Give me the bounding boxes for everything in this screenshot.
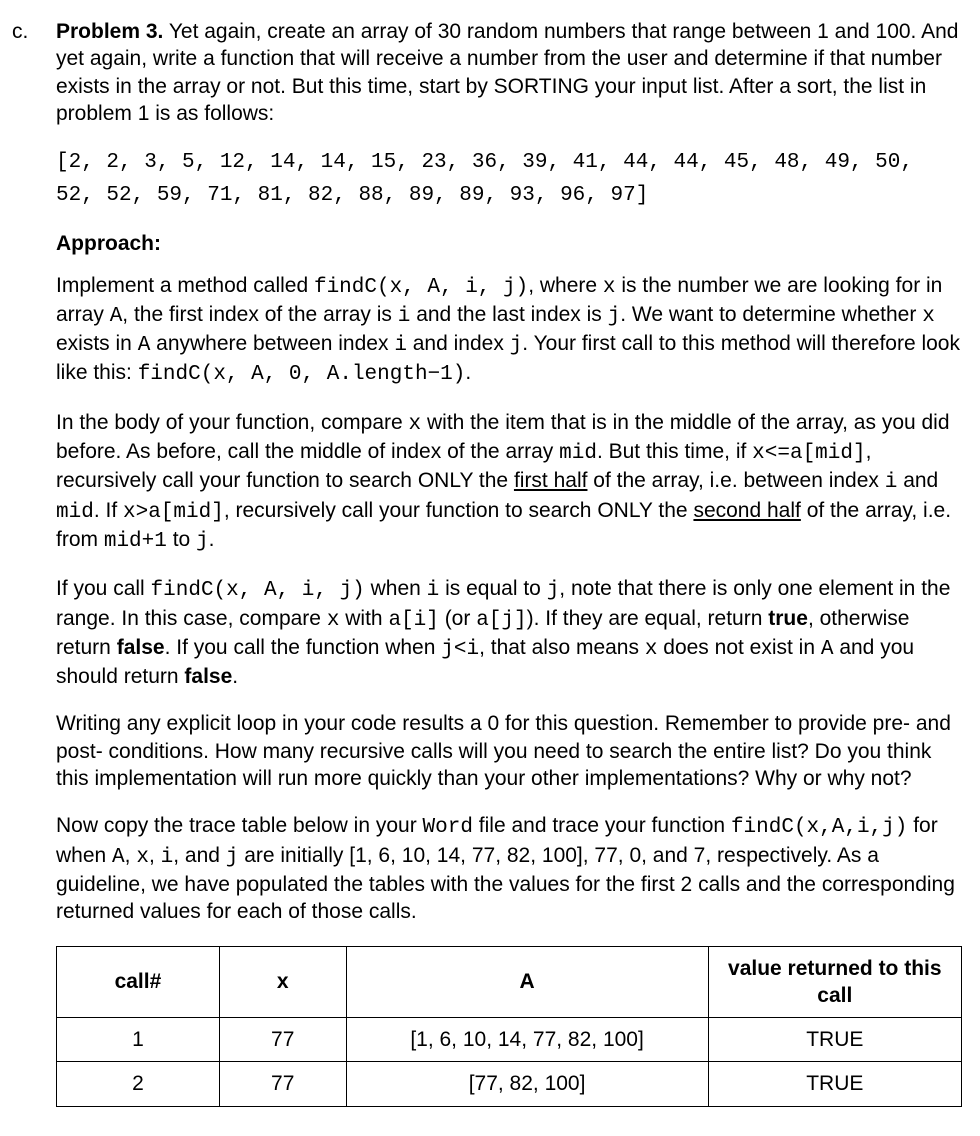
th-ret: value returned to this call bbox=[708, 946, 961, 1018]
table-row: 1 77 [1, 6, 10, 14, 77, 82, 100] TRUE bbox=[57, 1018, 962, 1062]
th-x: x bbox=[219, 946, 346, 1018]
table-row: 2 77 [77, 82, 100] TRUE bbox=[57, 1062, 962, 1106]
problem-block: c. Problem 3. Yet again, create an array… bbox=[12, 18, 962, 1107]
approach-p5: Now copy the trace table below in your W… bbox=[56, 812, 962, 925]
approach-heading: Approach: bbox=[56, 230, 962, 257]
list-letter: c. bbox=[12, 18, 56, 45]
intro-text: Yet again, create an array of 30 random … bbox=[56, 20, 958, 125]
problem-title: Problem 3. bbox=[56, 20, 163, 43]
approach-p1: Implement a method called findC(x, A, i,… bbox=[56, 272, 962, 389]
sorted-array-block: [2, 2, 3, 5, 12, 14, 14, 15, 23, 36, 39,… bbox=[56, 147, 962, 212]
approach-p3: If you call findC(x, A, i, j) when i is … bbox=[56, 575, 962, 690]
th-call: call# bbox=[57, 946, 220, 1018]
th-a: A bbox=[346, 946, 708, 1018]
trace-table: call# x A value returned to this call 1 … bbox=[56, 946, 962, 1107]
problem-content: Problem 3. Yet again, create an array of… bbox=[56, 18, 962, 1107]
approach-p2: In the body of your function, compare x … bbox=[56, 409, 962, 555]
intro-paragraph: Problem 3. Yet again, create an array of… bbox=[56, 18, 962, 127]
approach-p4: Writing any explicit loop in your code r… bbox=[56, 710, 962, 792]
table-header-row: call# x A value returned to this call bbox=[57, 946, 962, 1018]
